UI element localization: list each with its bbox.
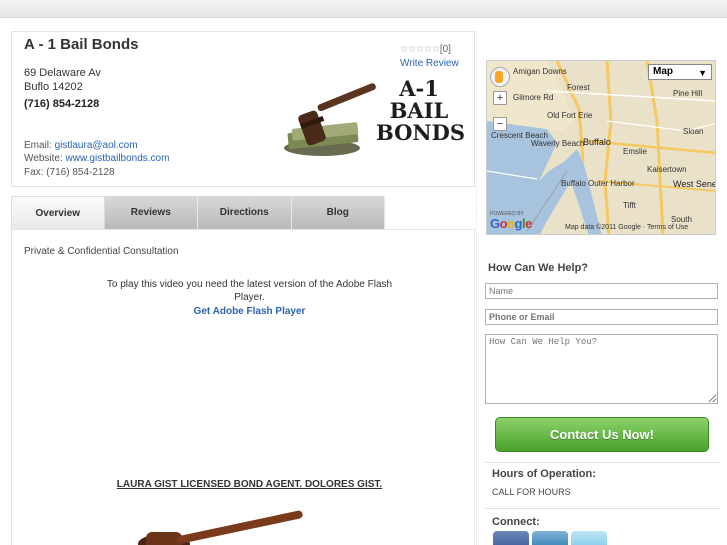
logo-text: A-1 BAIL BONDS (376, 76, 466, 145)
google-logo: Google (490, 216, 532, 231)
top-bar (0, 0, 727, 18)
logo-line3: BONDS (376, 120, 466, 145)
phone-number: (716) 854-2128 (24, 98, 100, 110)
tab-blog[interactable]: Blog (291, 196, 385, 229)
tagline: Private & Confidential Consultation (24, 246, 179, 257)
linkedin-icon[interactable] (532, 531, 568, 545)
map-label-forest: Forest (567, 83, 590, 92)
zoom-in-button[interactable]: + (493, 91, 507, 105)
address-line1: 69 Delaware Av (24, 67, 101, 79)
hours-title: Hours of Operation: (492, 468, 596, 480)
map-label-gilmore: Gilmore Rd (513, 93, 554, 102)
map-label-old-fort-erie: Old Fort Erie (547, 111, 593, 120)
location-map[interactable]: + − Map ▼ Amigan Downs Forest Gilmore Rd… (486, 60, 716, 235)
write-review-link[interactable]: Write Review (400, 58, 459, 69)
rating-count: [0] (439, 44, 451, 55)
street-view-pegman-icon[interactable] (495, 71, 503, 83)
chevron-down-icon: ▼ (698, 68, 707, 78)
map-label-amigan: Amigan Downs (513, 67, 567, 76)
divider (485, 462, 720, 463)
fax-number: Fax: (716) 854-2128 (24, 167, 115, 178)
map-label-buffalo: Buffalo (583, 137, 611, 147)
email-link[interactable]: gistlaura@aol.com (55, 140, 138, 151)
twitter-icon[interactable] (571, 531, 607, 545)
agents-heading: LAURA GIST LICENSED BOND AGENT. DOLORES … (116, 479, 383, 490)
logo-line1: A-1 (399, 76, 439, 101)
divider (485, 508, 720, 509)
map-label-tifft: Tifft (623, 201, 636, 210)
address-line2: Buflo 14202 (24, 81, 83, 93)
business-logo: A-1 BAIL BONDS (280, 76, 466, 160)
overview-panel: Private & Confidential Consultation To p… (11, 229, 475, 545)
contact-us-button[interactable]: Contact Us Now! (495, 417, 709, 452)
map-label-sloan: Sloan (683, 127, 704, 136)
connect-title: Connect: (492, 516, 540, 528)
email-label: Email: (24, 140, 52, 151)
gavel-icon (138, 510, 303, 545)
message-textarea[interactable] (485, 334, 718, 404)
email-row: Email: gistlaura@aol.com (24, 140, 138, 151)
map-label-pine-hill: Pine Hill (673, 89, 703, 98)
flash-message: To play this video you need the latest v… (106, 279, 393, 303)
name-field[interactable] (485, 283, 718, 299)
map-type-label: Map (653, 66, 673, 77)
map-label-emslie: Emslie (623, 147, 648, 156)
logo-line2: BAIL (389, 98, 449, 123)
tab-reviews[interactable]: Reviews (104, 196, 198, 229)
map-label-west-seneca: West Seneca (673, 179, 715, 189)
rating-stars-icon: ☆☆☆☆☆ (400, 44, 441, 55)
map-label-south: South (671, 215, 692, 224)
tab-directions[interactable]: Directions (198, 196, 292, 229)
tab-overview[interactable]: Overview (11, 196, 105, 229)
map-attribution[interactable]: Map data ©2011 Google · Terms of Use (565, 224, 688, 231)
tab-bar: Overview Reviews Directions Blog (11, 196, 385, 229)
zoom-out-button[interactable]: − (493, 117, 507, 131)
column-divider (476, 31, 477, 545)
rating: ☆☆☆☆☆ [0] (400, 44, 451, 55)
map-label-kaisertown: Kaisertown (647, 165, 687, 174)
get-flash-player-link[interactable]: Get Adobe Flash Player (102, 306, 397, 317)
gavel-money-icon (284, 83, 376, 156)
website-link[interactable]: www.gistbailbonds.com (66, 153, 170, 164)
facebook-icon[interactable] (493, 531, 529, 545)
map-label-outer-harbor: Buffalo Outer Harbor (561, 179, 635, 188)
business-name: A - 1 Bail Bonds (24, 36, 139, 53)
contact-form-title: How Can We Help? (488, 262, 589, 274)
map-canvas (487, 61, 715, 234)
map-label-waverly-beach: Waverly Beach (531, 139, 585, 148)
website-row: Website: www.gistbailbonds.com (24, 153, 169, 164)
map-type-select[interactable]: Map ▼ (648, 64, 712, 80)
website-label: Website: (24, 153, 63, 164)
business-card: A - 1 Bail Bonds 69 Delaware Av Buflo 14… (11, 31, 475, 187)
phone-or-email-field[interactable] (485, 309, 718, 325)
hours-value: CALL FOR HOURS (492, 487, 571, 497)
